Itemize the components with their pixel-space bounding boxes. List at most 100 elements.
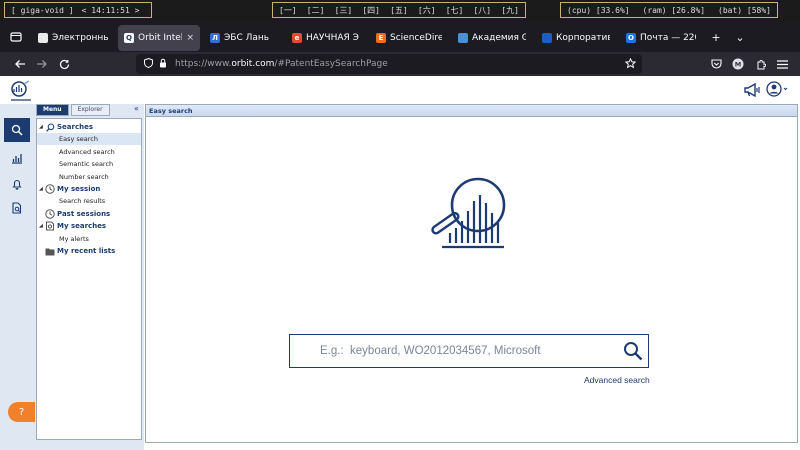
workspace-8[interactable]: [八] bbox=[473, 5, 491, 16]
tab-title: ScienceDirec bbox=[390, 33, 442, 43]
tree-item[interactable]: Number search bbox=[37, 171, 141, 183]
left-icon-rail bbox=[0, 104, 34, 450]
browser-tab[interactable]: Электронны bbox=[32, 25, 114, 51]
tab-overview-icon[interactable] bbox=[8, 29, 24, 45]
account-avatar-icon[interactable]: M bbox=[730, 56, 746, 72]
tree-item[interactable]: Semantic search bbox=[37, 158, 141, 170]
tree-item[interactable]: Easy search bbox=[37, 133, 141, 146]
advanced-search-link[interactable]: Advanced search bbox=[584, 375, 650, 385]
workspace-6[interactable]: [六] bbox=[418, 5, 436, 16]
tab-title: ЭБС Лань bbox=[224, 33, 270, 43]
tree-group[interactable]: ◢ My searches bbox=[37, 220, 141, 232]
search-input[interactable] bbox=[290, 336, 618, 366]
browser-tab[interactable]: O Почта — 220 bbox=[620, 25, 702, 51]
search-button[interactable] bbox=[618, 336, 648, 366]
tab-favicon-icon bbox=[458, 33, 468, 43]
forward-arrow-icon[interactable] bbox=[34, 56, 50, 72]
tree-item[interactable]: Search results bbox=[37, 195, 141, 207]
battery-readout: (bat) [58%] bbox=[718, 5, 771, 15]
tab-title: Электронны bbox=[52, 33, 108, 43]
triangle-down-icon[interactable]: ◢ bbox=[37, 124, 45, 130]
tree-label: Number search bbox=[59, 172, 109, 181]
tree-item[interactable]: My alerts bbox=[37, 233, 141, 245]
user-profile-icon[interactable] bbox=[766, 81, 788, 101]
tab-menu[interactable]: Menu bbox=[36, 104, 69, 116]
triangle-down-icon[interactable]: ◢ bbox=[37, 223, 45, 229]
bar-chart-icon bbox=[12, 154, 22, 164]
tree-item[interactable]: Advanced search bbox=[37, 146, 141, 158]
workspace-3[interactable]: [三] bbox=[335, 5, 353, 16]
reload-icon[interactable] bbox=[56, 56, 72, 72]
clock-icon bbox=[45, 184, 55, 194]
tree-group[interactable]: ◢ Searches bbox=[37, 121, 141, 133]
lock-icon bbox=[159, 58, 167, 71]
url-prefix: https://www. bbox=[175, 59, 232, 69]
hamburger-menu-icon[interactable] bbox=[774, 56, 790, 72]
tab-list-button[interactable]: ⌄ bbox=[732, 29, 748, 45]
panel-title: Easy search bbox=[146, 105, 797, 117]
tab-close-button[interactable]: × bbox=[186, 33, 194, 43]
tab-favicon-icon: Л bbox=[210, 33, 220, 43]
megaphone-icon[interactable] bbox=[744, 82, 760, 101]
shield-icon bbox=[144, 57, 153, 71]
page-header bbox=[0, 76, 800, 102]
bookmark-star-icon[interactable] bbox=[624, 57, 637, 72]
browser-tab[interactable]: Л ЭБС Лань bbox=[204, 25, 282, 51]
tree-group[interactable]: My recent lists bbox=[37, 245, 141, 257]
cpu-readout: (cpu) [33.6%] bbox=[567, 5, 630, 15]
browser-tab-bar: Электронны Q Orbit Intellig × Л ЭБС Лань e НАУЧ… bbox=[0, 22, 800, 52]
help-icon: ? bbox=[18, 406, 25, 418]
orbit-logo-icon[interactable] bbox=[10, 80, 34, 106]
tab-favicon-icon bbox=[38, 33, 48, 43]
pocket-icon[interactable] bbox=[708, 56, 724, 72]
workspace-5[interactable]: [五] bbox=[390, 5, 408, 16]
tree-label: Easy search bbox=[59, 135, 98, 144]
collapse-panel-button[interactable]: « bbox=[134, 104, 139, 113]
tree-label: Advanced search bbox=[59, 147, 115, 156]
new-tab-button[interactable]: + bbox=[708, 29, 724, 45]
tree-label: My recent lists bbox=[57, 247, 116, 255]
workspace-7[interactable]: [七] bbox=[446, 5, 464, 16]
search-rail-button[interactable] bbox=[4, 118, 30, 142]
tree-group[interactable]: Past sessions bbox=[37, 208, 141, 220]
folder-icon bbox=[45, 246, 55, 256]
workspace-4[interactable]: [四] bbox=[362, 5, 380, 16]
window-manager-bar: [ giga-void ] < 14:11:51 > [一] [二] [三] [… bbox=[0, 0, 800, 20]
triangle-down-icon[interactable]: ◢ bbox=[37, 186, 45, 192]
tab-title: НАУЧНАЯ Э bbox=[306, 33, 359, 43]
tab-favicon-icon: O bbox=[626, 33, 636, 43]
address-bar[interactable]: https://www. orbit.com/#PatentEasySearchP… bbox=[136, 54, 642, 74]
workspace-1[interactable]: [一] bbox=[279, 5, 297, 16]
tab-favicon-icon bbox=[542, 33, 552, 43]
wm-hostname: [ giga-void ] bbox=[11, 5, 74, 15]
tree-label: Semantic search bbox=[59, 160, 114, 169]
url-path: /#PatentEasySearchPage bbox=[274, 59, 388, 69]
bell-icon bbox=[12, 179, 22, 190]
menu-panel-tabs: Menu Explorer bbox=[36, 104, 110, 116]
tree-group[interactable]: ◢ My session bbox=[37, 183, 141, 195]
back-arrow-icon[interactable] bbox=[12, 56, 28, 72]
tab-title: Orbit Intellig bbox=[138, 33, 182, 43]
easy-search-panel: Easy search E.g.: keyboard, WO2012034567… bbox=[145, 104, 798, 443]
document-search-icon bbox=[12, 202, 22, 214]
documents-rail-button[interactable] bbox=[7, 198, 27, 218]
browser-tab[interactable]: Академия G bbox=[452, 25, 532, 51]
tab-explorer[interactable]: Explorer bbox=[70, 104, 110, 116]
tab-title: Корпоратив bbox=[556, 33, 610, 43]
workspace-2[interactable]: [二] bbox=[307, 5, 325, 16]
browser-tab[interactable]: Q Orbit Intellig × bbox=[118, 25, 200, 51]
tab-title: Академия G bbox=[472, 33, 526, 43]
browser-tab[interactable]: e НАУЧНАЯ Э bbox=[286, 25, 366, 51]
alerts-rail-button[interactable] bbox=[7, 174, 27, 194]
workspace-9[interactable]: [九] bbox=[501, 5, 519, 16]
analytics-rail-button[interactable] bbox=[7, 148, 27, 168]
browser-tab[interactable]: Корпоратив bbox=[536, 25, 616, 51]
browser-tab[interactable]: E ScienceDirec bbox=[370, 25, 448, 51]
extensions-icon[interactable] bbox=[752, 56, 768, 72]
web-page: Menu Explorer « ◢ Searches Easy search Adva… bbox=[0, 76, 800, 450]
patent-search-illustration-icon bbox=[428, 173, 512, 261]
tree-label: Past sessions bbox=[57, 209, 111, 218]
menu-panel: Menu Explorer « ◢ Searches Easy search Adva… bbox=[34, 104, 144, 450]
tab-favicon-icon: E bbox=[376, 33, 386, 43]
help-button[interactable]: ? bbox=[8, 402, 35, 422]
